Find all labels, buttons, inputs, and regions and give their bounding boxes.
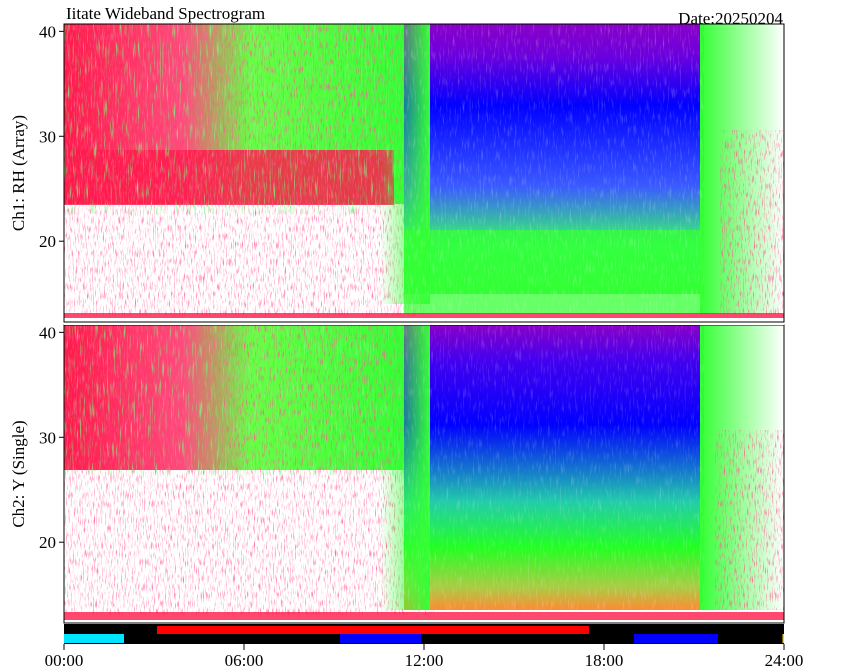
- panel-2-ylabel: Ch2: Y (Single): [9, 420, 28, 527]
- x-tick-label: 18:00: [585, 651, 624, 668]
- x-axis: 00:00 06:00 12:00 18:00 24:00: [45, 644, 804, 668]
- panel-2-right-noise: [715, 430, 784, 610]
- panel-1-ylabel: Ch1: RH (Array): [9, 115, 28, 231]
- x-tick-label: 06:00: [225, 651, 264, 668]
- panel-1-y-axis: 20 30 40: [39, 22, 64, 251]
- panel-1-y-tick-label: 20: [39, 232, 56, 251]
- panel-1: [63, 23, 785, 323]
- x-tick-label: 12:00: [405, 651, 444, 668]
- panel-2-bottom-line: [64, 612, 784, 620]
- x-tick-label: 24:00: [765, 651, 804, 668]
- status-segment-2: [340, 634, 421, 643]
- x-tick-label: 00:00: [45, 651, 84, 668]
- chart-title: Iitate Wideband Spectrogram: [66, 4, 265, 23]
- status-segment-3: [634, 634, 718, 643]
- status-segment-0: [64, 634, 124, 643]
- status-segment-4: [782, 634, 784, 643]
- panel-1-quiet-specks: [404, 24, 704, 314]
- panel-1-bottom-line: [64, 313, 784, 318]
- panel-1-noisy-specks-green: [64, 24, 424, 214]
- panel-1-y-tick-label: 40: [39, 22, 56, 41]
- panel-2-y-tick-label: 20: [39, 533, 56, 552]
- panel-1-right-noise: [720, 130, 784, 315]
- panel-2-y-tick-label: 30: [39, 428, 56, 447]
- panel-2-quiet-specks: [404, 325, 704, 610]
- panel-2-y-axis: 20 30 40: [39, 323, 64, 552]
- spectrogram-chart: Iitate Wideband Spectrogram Date:2025020…: [9, 4, 804, 668]
- panel-2-y-tick-label: 40: [39, 323, 56, 342]
- status-segment-1: [157, 626, 589, 634]
- panel-1-y-tick-label: 30: [39, 127, 56, 146]
- status-bar: [64, 624, 784, 644]
- panel-2: [63, 324, 785, 624]
- panel-2-noisy-specks-green: [64, 325, 404, 475]
